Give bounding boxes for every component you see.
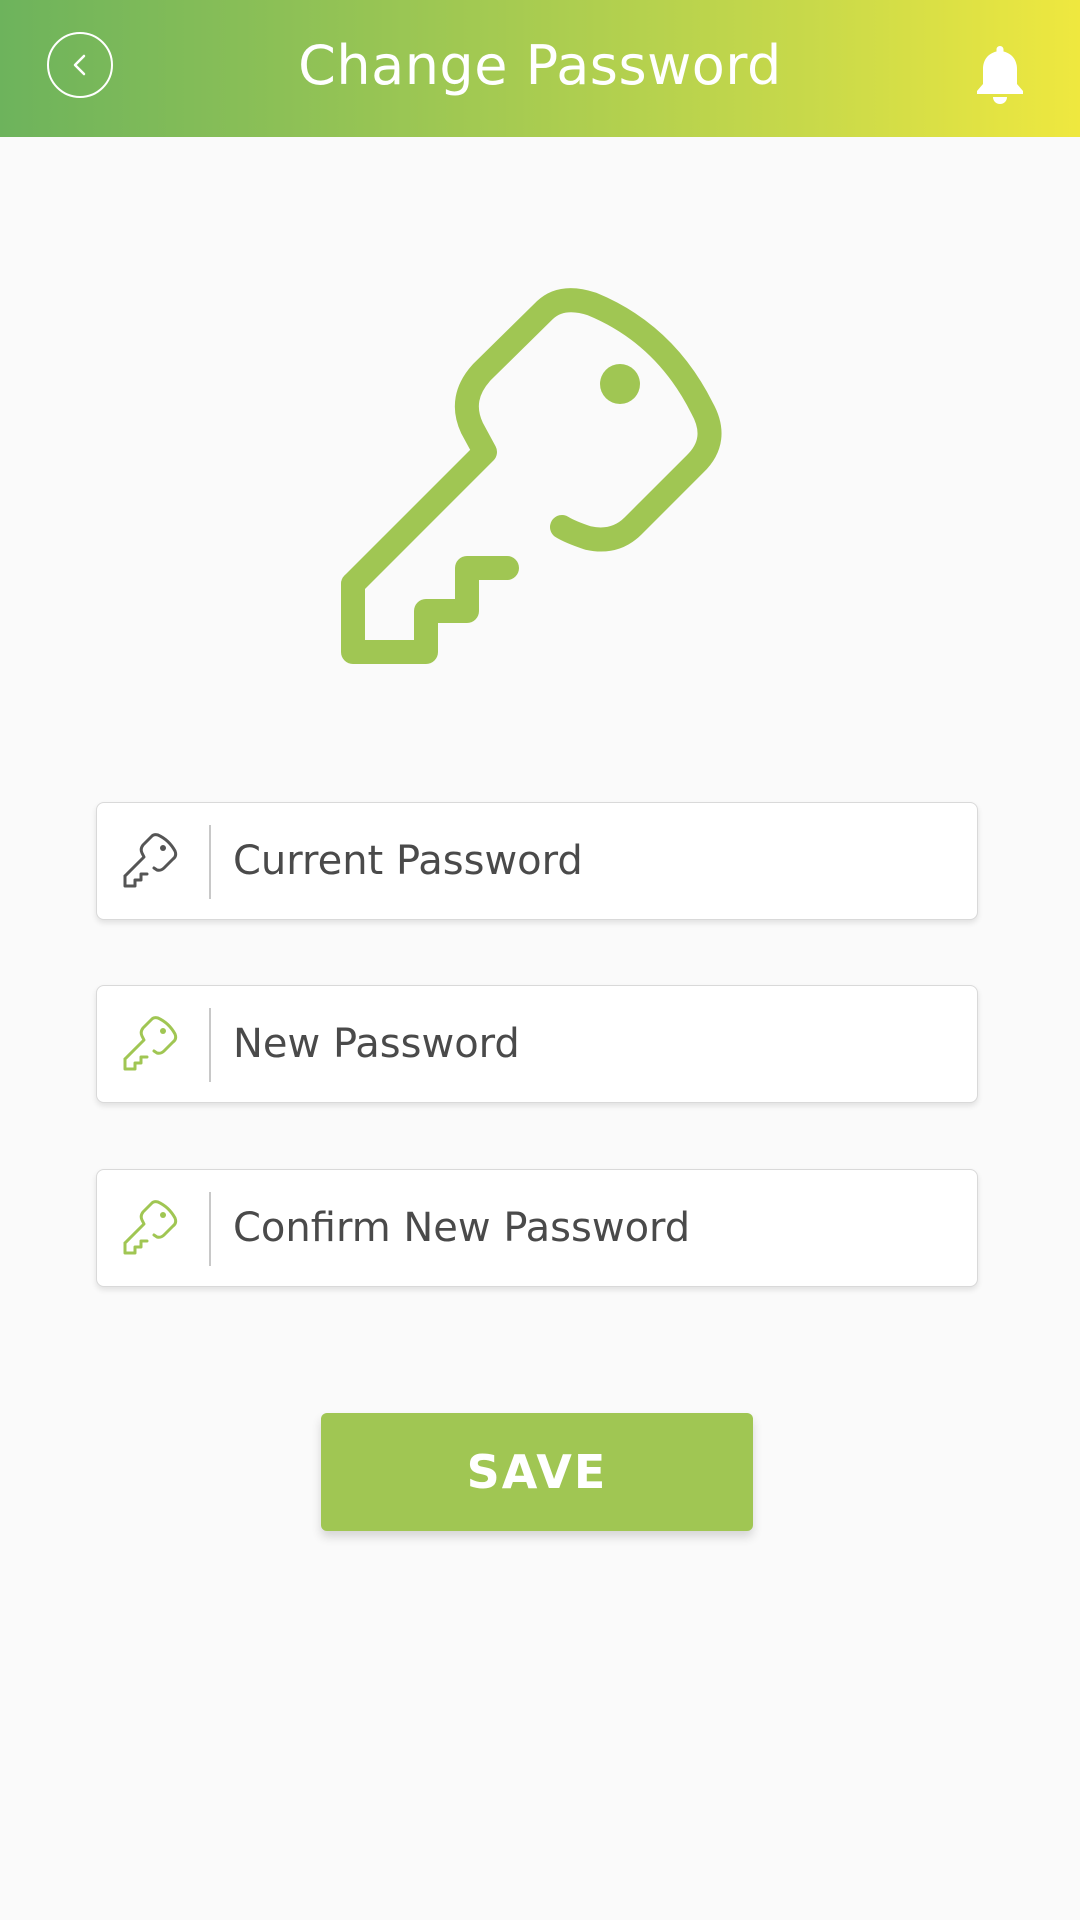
new-password-field[interactable] bbox=[96, 985, 978, 1103]
save-button[interactable]: SAVE bbox=[321, 1413, 753, 1531]
key-icon bbox=[123, 833, 178, 888]
field-divider bbox=[209, 825, 211, 899]
current-password-input[interactable] bbox=[233, 803, 953, 919]
top-app-bar: Change Password bbox=[0, 0, 1080, 137]
field-divider bbox=[209, 1008, 211, 1082]
key-icon bbox=[123, 1016, 178, 1071]
new-password-input[interactable] bbox=[233, 986, 953, 1102]
field-divider bbox=[209, 1192, 211, 1266]
save-button-label: SAVE bbox=[466, 1445, 608, 1499]
confirm-password-field[interactable] bbox=[96, 1169, 978, 1287]
notifications-button[interactable] bbox=[970, 40, 1030, 110]
confirm-password-input[interactable] bbox=[233, 1170, 953, 1286]
bell-icon bbox=[977, 46, 1023, 104]
key-icon bbox=[123, 1200, 178, 1255]
page-title: Change Password bbox=[298, 34, 782, 97]
current-password-field[interactable] bbox=[96, 802, 978, 920]
key-icon bbox=[341, 288, 722, 664]
